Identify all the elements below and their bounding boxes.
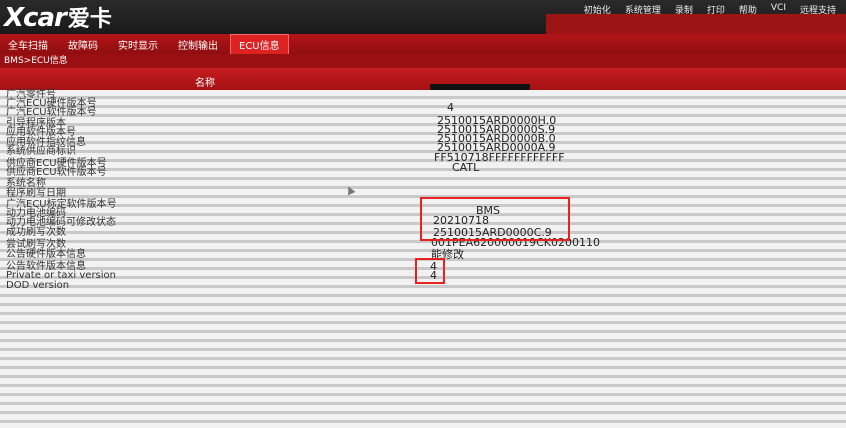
highlight-box-bms [420, 197, 570, 241]
decor-strip [546, 14, 846, 34]
table-row: 供应商ECU软件版本号 [0, 168, 846, 178]
logo-cn-text: 爱卡 [67, 7, 112, 32]
tab-item[interactable]: ECU信息 [230, 33, 289, 55]
row-name: 公告硬件版本信息 [6, 249, 86, 260]
table-row: 尝试刷写次数 [0, 240, 846, 250]
tab-item[interactable]: 控制输出 [170, 35, 226, 54]
row-name: 成功刷写次数 [6, 227, 66, 238]
table-row: 应用软件版本号 [0, 128, 846, 138]
column-header-name: 名称 [195, 78, 215, 89]
tab-item[interactable]: 故障码 [60, 35, 106, 54]
breadcrumb: BMS>ECU信息 [0, 54, 846, 68]
tab-bar: 全车扫描 故障码 实时显示 控制输出 ECU信息 [0, 33, 846, 55]
table-row: 系统供应商标识 [0, 147, 846, 157]
highlight-box-counts [415, 258, 445, 284]
table-header: 名称 信息 [0, 68, 846, 103]
tab-item[interactable]: 全车扫描 [0, 35, 56, 54]
logo-text: Xcar [4, 3, 67, 33]
table-row: 广汽ECU软件版本号 [0, 108, 846, 118]
table-row: 系统名称 [0, 179, 846, 189]
row-name: DOD version [6, 280, 70, 291]
row-name: 供应商ECU软件版本号 [6, 167, 107, 178]
watermark-logo: Xcar爱卡 [4, 3, 112, 33]
tab-item[interactable]: 实时显示 [110, 35, 166, 54]
row-name: 程序刷写日期 [6, 188, 66, 199]
row-name: 广汽ECU软件版本号 [6, 107, 97, 118]
row-name: 系统供应商标识 [6, 146, 76, 157]
